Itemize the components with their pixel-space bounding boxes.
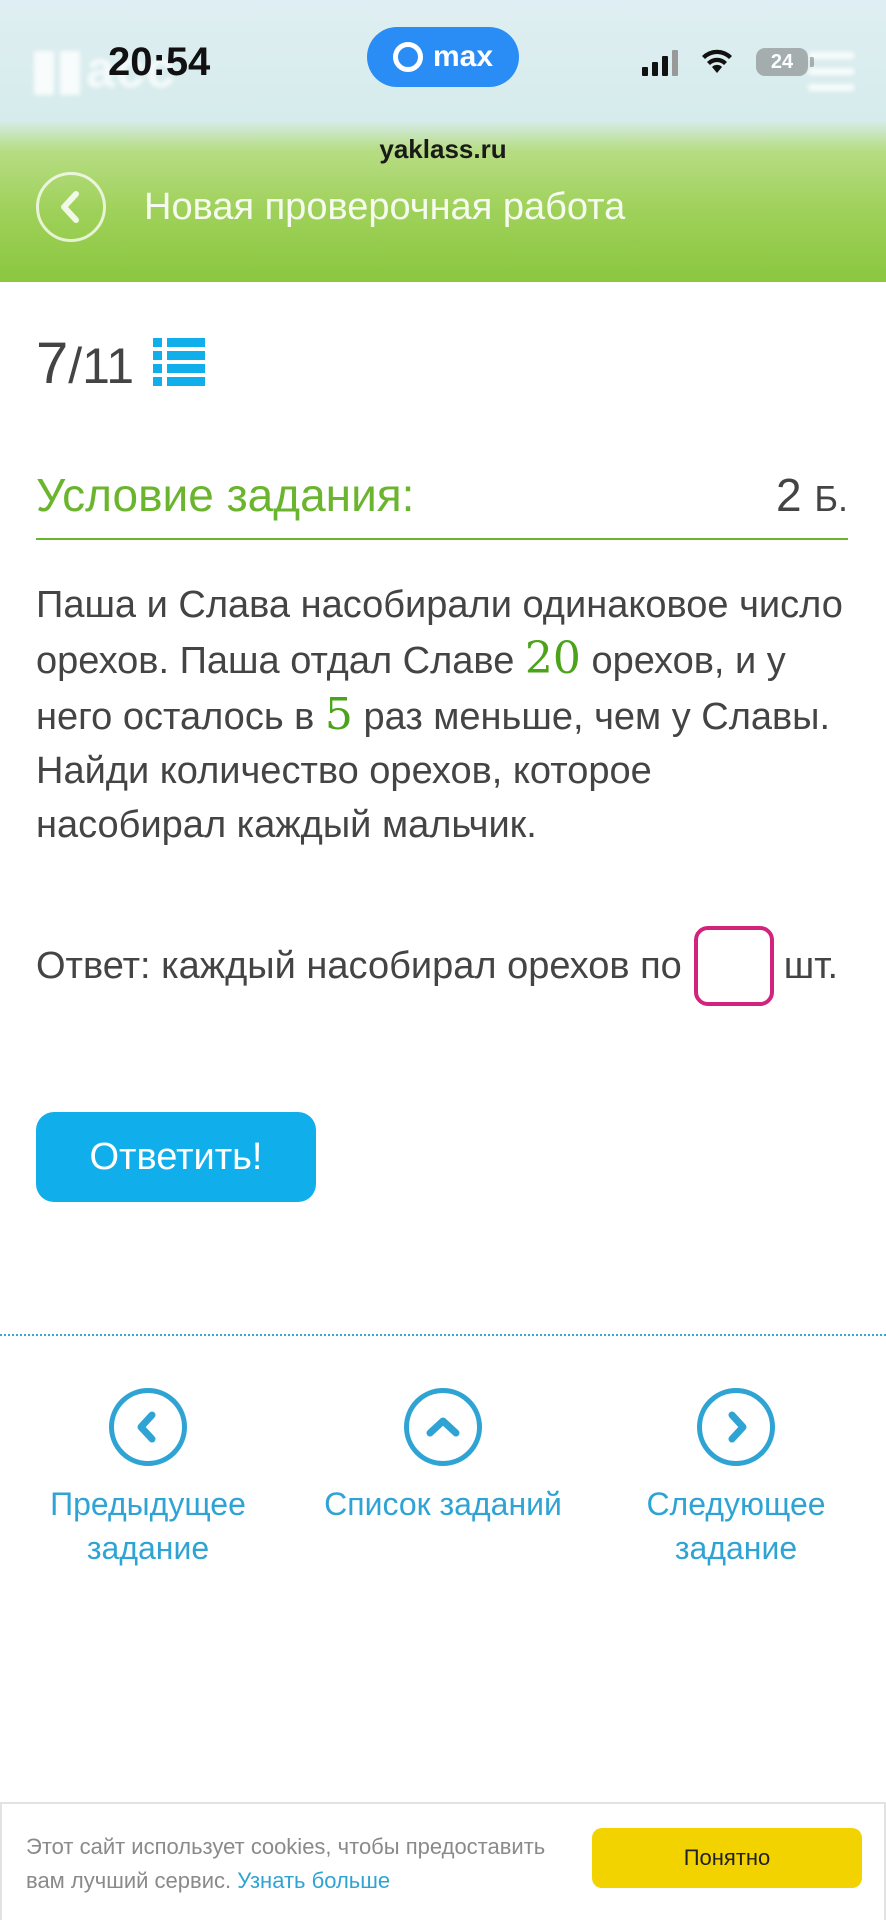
previous-task-label-line1: Предыдущее [50,1486,246,1522]
points-unit: Б. [814,478,848,519]
status-time: 20:54 [108,40,211,84]
site-header: асс 20:54 max 24 yaklass.ru Новая провер… [0,0,886,282]
task-list-label: Список заданий [324,1486,562,1522]
page-title: Новая проверочная работа [144,186,626,228]
address-bar-url[interactable]: yaklass.ru [0,134,886,165]
previous-task-link[interactable]: Предыдущее задание [18,1388,278,1570]
chevron-left-icon [109,1388,187,1466]
answer-row: Ответ: каждый насобирал орехов по шт. [36,926,838,1006]
next-task-label-line1: Следующее [646,1486,826,1522]
previous-task-label-line2: задание [86,1530,210,1566]
chevron-left-icon [61,191,79,223]
battery-icon: 24 [756,48,814,76]
max-label: max [432,40,494,73]
wifi-icon [702,49,732,73]
cellular-signal-icon [642,48,678,76]
answer-prefix: Ответ: каждый насобирал орехов по [36,944,682,987]
menu-icon[interactable] [808,52,854,100]
points-value: 2 [775,469,802,521]
next-task-link[interactable]: Следующее задание [606,1388,866,1570]
task-condition-header: Условие задания: 2 Б. [36,462,848,540]
chevron-right-icon [697,1388,775,1466]
cookie-banner: Этот сайт использует cookies, чтобы пред… [0,1802,886,1920]
cookie-accept-button[interactable]: Понятно [592,1828,862,1888]
task-counter: 7/11 [36,330,134,397]
task-text: Паша и Слава насобирали одинаковое число… [36,578,852,852]
task-total: /11 [68,338,135,394]
max-app-pill[interactable]: max [367,27,519,87]
status-icons: 24 [642,48,814,76]
max-logo-icon [392,42,423,72]
task-current: 7 [36,331,69,396]
answer-suffix: шт. [783,944,839,987]
cookie-learn-more-link[interactable]: Узнать больше [237,1868,390,1893]
divider [0,1334,886,1336]
task-list-link[interactable]: Список заданий [313,1388,573,1526]
section-title: Условие задания: [36,469,415,521]
submit-answer-button[interactable]: Ответить! [36,1112,316,1202]
answer-input[interactable] [693,926,774,1006]
task-list-icon[interactable] [153,338,205,386]
cookie-text: Этот сайт использует cookies, чтобы пред… [26,1830,586,1898]
next-task-label-line2: задание [674,1530,798,1566]
back-button[interactable] [36,172,106,242]
task-points: 2 Б. [776,468,848,522]
chevron-up-icon [404,1388,482,1466]
task-number-20: 20 [524,633,581,684]
task-number-5: 5 [324,689,353,740]
